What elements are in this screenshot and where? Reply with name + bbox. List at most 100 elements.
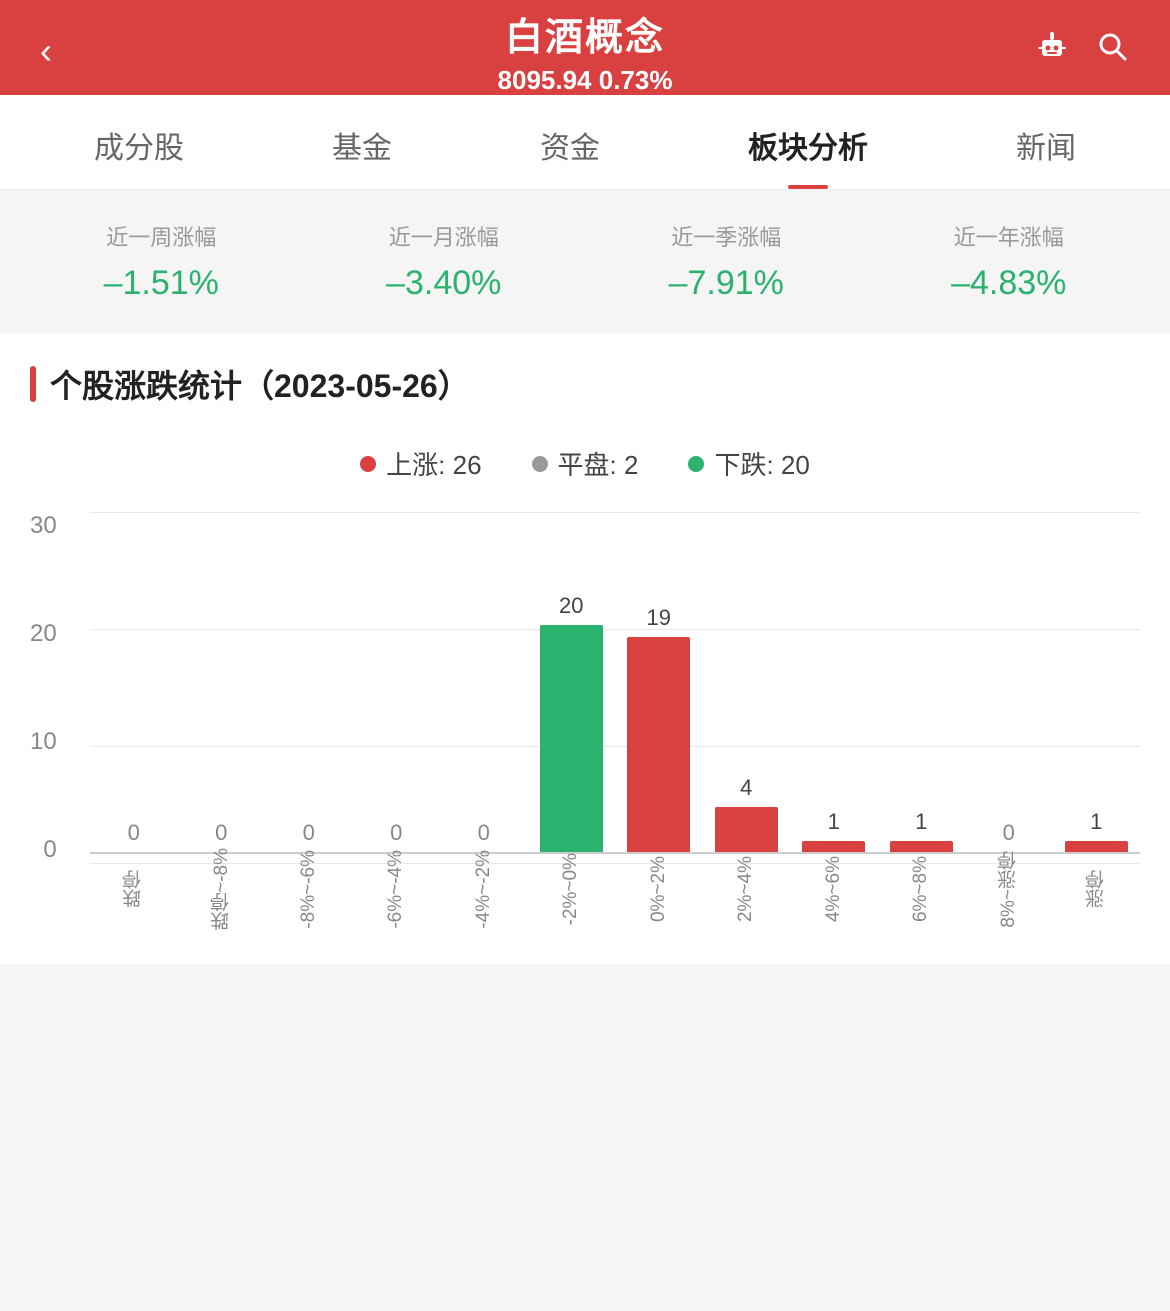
stat-year: 近一年涨幅 –4.83% (868, 220, 1151, 303)
legend-flat-dot (532, 456, 548, 472)
header-right (1034, 28, 1130, 73)
header-center: 白酒概念 8095.94 0.73% (498, 6, 673, 96)
chart-legend: 上涨: 26 平盘: 2 下跌: 20 (30, 445, 1140, 482)
x-label-2: -8%~-6% (298, 850, 320, 929)
x-label-col-10: 8%~涨停 (965, 854, 1053, 924)
bars-row: 0 0 0 0 0 20 19 4 1 1 0 1 (90, 512, 1140, 852)
stat-year-value: –4.83% (868, 264, 1151, 303)
page-subtitle: 8095.94 0.73% (498, 65, 673, 96)
x-label-6: 0%~2% (648, 856, 670, 922)
x-label-col-9: 6%~8% (878, 854, 966, 924)
tab-sector-analysis[interactable]: 板块分析 (728, 95, 888, 189)
tab-news[interactable]: 新闻 (996, 95, 1096, 189)
stat-quarter-value: –7.91% (585, 264, 868, 303)
stat-quarter: 近一季涨幅 –7.91% (585, 220, 868, 303)
x-label-col-1: 跌停~-8% (178, 854, 266, 924)
x-label-10: 8%~涨停 (995, 851, 1022, 928)
stat-week-value: –1.51% (20, 264, 303, 303)
x-label-8: 4%~6% (823, 856, 845, 922)
page-title: 白酒概念 (498, 6, 673, 61)
legend-up: 上涨: 26 (360, 445, 481, 482)
x-label-col-3: -6%~-4% (353, 854, 441, 924)
x-labels: 跌停跌停~-8%-8%~-6%-6%~-4%-4%~-2% -2%~0% 0%~2%… (90, 854, 1140, 924)
bar-value-0: 0 (128, 820, 140, 846)
bar-value-7: 4 (740, 775, 752, 801)
bar-8 (802, 841, 865, 852)
x-label-3: -6%~-4% (385, 850, 407, 929)
bar-7 (715, 807, 778, 852)
bar-11 (1065, 841, 1128, 852)
stat-month-label: 近一月涨幅 (303, 220, 586, 252)
bar-value-4: 0 (478, 820, 490, 846)
y-axis: 30 20 10 0 (30, 512, 65, 864)
x-label-col-0: 跌停 (90, 854, 178, 924)
bar-col-9: 1 (878, 512, 966, 852)
bar-value-11: 1 (1090, 809, 1102, 835)
x-label-col-4: -4%~-2% (440, 854, 528, 924)
y-label-30: 30 (30, 512, 57, 540)
stat-year-label: 近一年涨幅 (868, 220, 1151, 252)
bar-value-1: 0 (215, 820, 227, 846)
stat-month-value: –3.40% (303, 264, 586, 303)
section-bar-decoration (30, 366, 36, 402)
bar-col-1: 0 (178, 512, 266, 852)
bar-value-6: 19 (647, 605, 671, 631)
x-label-5: -2%~0% (560, 853, 582, 925)
legend-flat: 平盘: 2 (532, 445, 639, 482)
legend-up-dot (360, 456, 376, 472)
header-left: ‹ (40, 30, 52, 72)
tab-capital[interactable]: 资金 (520, 95, 620, 189)
x-label-9: 6%~8% (910, 856, 932, 922)
x-label-col-7: 2%~4% (703, 854, 791, 924)
stat-week: 近一周涨幅 –1.51% (20, 220, 303, 303)
legend-up-label: 上涨: 26 (386, 445, 481, 482)
bar-chart: 30 20 10 0 00000201941101 跌停跌停~-8%-8%~-6… (30, 512, 1140, 924)
y-label-10: 10 (30, 728, 57, 756)
x-label-col-11: 涨停 (1053, 854, 1141, 924)
stat-month: 近一月涨幅 –3.40% (303, 220, 586, 303)
y-label-0: 0 (43, 836, 56, 864)
legend-flat-label: 平盘: 2 (558, 445, 639, 482)
legend-down: 下跌: 20 (688, 445, 809, 482)
bar-value-5: 20 (559, 593, 583, 619)
x-label-11: 涨停 (1083, 870, 1110, 908)
x-label-col-2: -8%~-6% (265, 854, 353, 924)
x-label-1: 跌停~-8% (208, 848, 235, 931)
bar-col-8: 1 (790, 512, 878, 852)
bar-col-6: 19 (615, 512, 703, 852)
bar-col-7: 4 (703, 512, 791, 852)
bar-value-9: 1 (915, 809, 927, 835)
robot-icon[interactable] (1034, 28, 1070, 73)
bar-5 (540, 625, 603, 852)
bar-col-2: 0 (265, 512, 353, 852)
tab-constituent[interactable]: 成分股 (74, 95, 204, 189)
bar-value-2: 0 (303, 820, 315, 846)
x-label-0: 跌停 (120, 870, 147, 908)
bar-value-8: 1 (828, 809, 840, 835)
x-label-col-8: 4%~6% (790, 854, 878, 924)
bar-col-5: 20 (528, 512, 616, 852)
x-label-7: 2%~4% (735, 856, 757, 922)
bar-value-10: 0 (1003, 820, 1015, 846)
stats-row: 近一周涨幅 –1.51% 近一月涨幅 –3.40% 近一季涨幅 –7.91% 近… (0, 190, 1170, 333)
chart-inner: 0 0 0 0 0 20 19 4 1 1 0 1 跌停跌停~-8%-8%~-6%-6%~-4%-4%… (90, 512, 1140, 924)
tab-bar: 成分股 基金 资金 板块分析 新闻 (0, 95, 1170, 190)
legend-down-dot (688, 456, 704, 472)
bar-6 (627, 637, 690, 852)
bar-9 (890, 841, 953, 852)
bar-col-4: 0 (440, 512, 528, 852)
bar-col-0: 0 (90, 512, 178, 852)
chart-area: 上涨: 26 平盘: 2 下跌: 20 30 20 10 0 (0, 425, 1170, 964)
back-icon[interactable]: ‹ (40, 30, 52, 72)
stat-quarter-label: 近一季涨幅 (585, 220, 868, 252)
app-header: ‹ 白酒概念 8095.94 0.73% (0, 0, 1170, 95)
search-icon[interactable] (1094, 28, 1130, 73)
bar-col-11: 1 (1053, 512, 1141, 852)
x-label-col-6: 0%~2% (615, 854, 703, 924)
tab-fund[interactable]: 基金 (312, 95, 412, 189)
bar-col-3: 0 (353, 512, 441, 852)
bar-col-10: 0 (965, 512, 1053, 852)
x-label-col-5: -2%~0% (528, 854, 616, 924)
bar-value-3: 0 (390, 820, 402, 846)
legend-down-label: 下跌: 20 (714, 445, 809, 482)
